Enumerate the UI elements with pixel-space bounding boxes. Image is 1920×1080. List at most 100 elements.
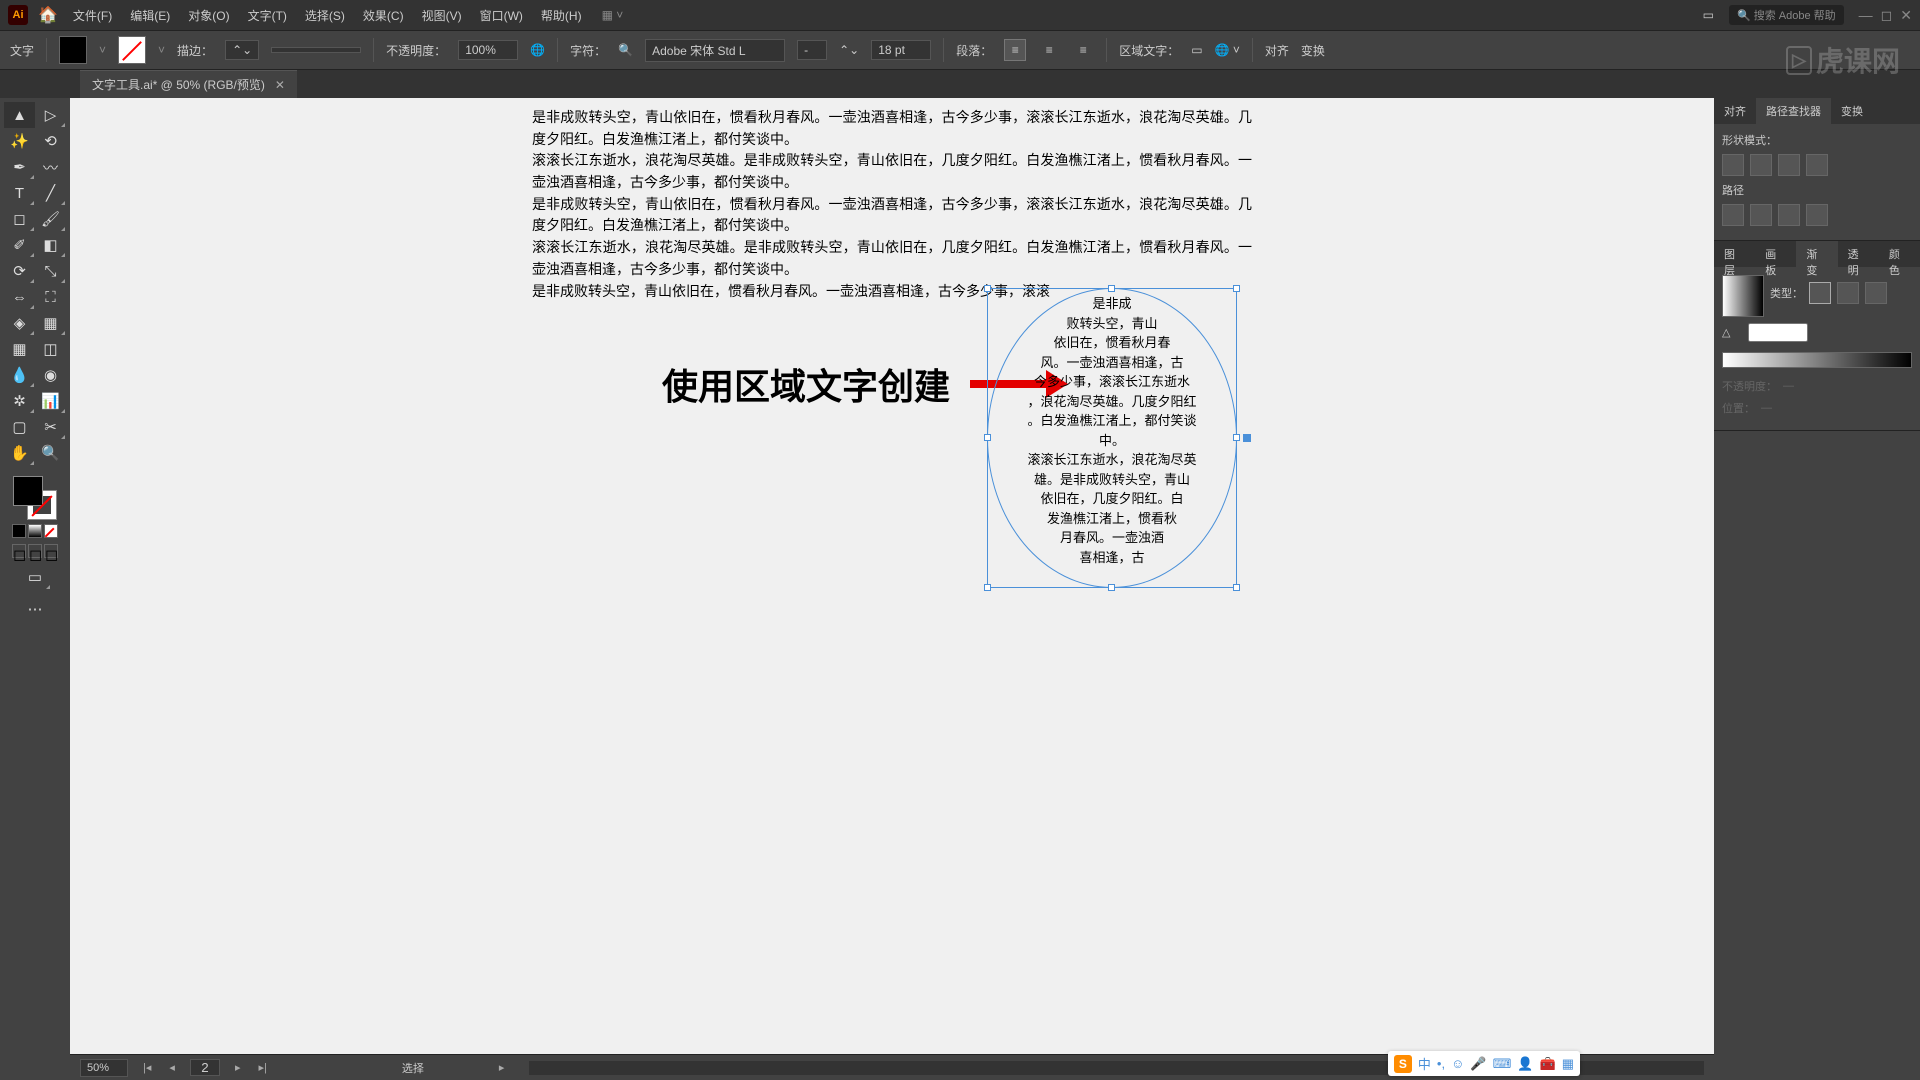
document-tab[interactable]: 文字工具.ai* @ 50% (RGB/预览) ✕ [80, 70, 297, 98]
next-artboard-icon[interactable]: ▸ [232, 1061, 244, 1074]
blend-tool[interactable]: ◉ [35, 362, 66, 388]
area-type-object[interactable]: 是非成败转头空，青山依旧在，惯看秋月春风。一壶浊酒喜相逢，古今多少事，滚滚长江东… [987, 288, 1237, 588]
prev-artboard-icon[interactable]: ◂ [166, 1061, 178, 1074]
areatype-options-icon[interactable]: ▭ [1191, 43, 1202, 57]
eyedropper-tool[interactable]: 💧 [4, 362, 35, 388]
direct-selection-tool[interactable]: ▷ [35, 102, 66, 128]
paintbrush-tool[interactable]: 🖌 [35, 206, 66, 232]
workspace-switcher-icon[interactable]: ▦ ˅ [602, 8, 624, 22]
panel-tab-layers[interactable]: 图层 [1714, 241, 1755, 267]
close-icon[interactable]: ✕ [1900, 7, 1912, 24]
tab-close-icon[interactable]: ✕ [275, 78, 285, 92]
fill-color-box[interactable] [13, 476, 43, 506]
edit-toolbar-btn[interactable]: ⋯ [20, 596, 51, 622]
artboard-number-field[interactable] [190, 1059, 220, 1076]
draw-behind-btn[interactable]: ◻ [28, 544, 42, 558]
rectangle-tool[interactable]: ◻ [4, 206, 35, 232]
ime-toolbar[interactable]: S 中 •, ☺ 🎤 ⌨ 👤 🧰 ▦ [1388, 1051, 1580, 1076]
ime-punct-btn[interactable]: •, [1437, 1056, 1445, 1071]
recolor-icon[interactable]: 🌐 [530, 43, 545, 57]
ime-keyboard-icon[interactable]: ⌨ [1493, 1056, 1512, 1072]
menu-select[interactable]: 选择(S) [305, 7, 345, 24]
font-family-dropdown[interactable]: Adobe 宋体 Std L [645, 39, 785, 62]
maximize-icon[interactable]: ◻ [1881, 7, 1893, 24]
shape-builder-tool[interactable]: ◈ [4, 310, 35, 336]
pf-merge-icon[interactable] [1778, 204, 1800, 226]
type-tool[interactable]: T [4, 180, 35, 206]
lasso-tool[interactable]: ⟲ [35, 128, 66, 154]
gradient-tool[interactable]: ◫ [35, 336, 66, 362]
align-link[interactable]: 对齐 [1265, 42, 1289, 59]
magic-wand-tool[interactable]: ✨ [4, 128, 35, 154]
zoom-tool[interactable]: 🔍 [35, 440, 66, 466]
perspective-grid-tool[interactable]: ▦ [35, 310, 66, 336]
first-artboard-icon[interactable]: |◂ [140, 1061, 154, 1074]
align-left-icon[interactable]: ≡ [1004, 39, 1026, 61]
linear-gradient-icon[interactable] [1809, 282, 1831, 304]
line-tool[interactable]: ╱ [35, 180, 66, 206]
free-transform-tool[interactable]: ⛶ [35, 284, 66, 310]
selection-handle[interactable] [984, 285, 991, 292]
align-right-icon[interactable]: ≡ [1072, 39, 1094, 61]
selection-handle[interactable] [984, 584, 991, 591]
pf-crop-icon[interactable] [1806, 204, 1828, 226]
draw-normal-btn[interactable]: ◻ [12, 544, 26, 558]
status-play-icon[interactable]: ▸ [496, 1061, 508, 1074]
home-icon[interactable]: 🏠 [38, 5, 58, 25]
selection-handle[interactable] [1108, 584, 1115, 591]
pen-tool[interactable]: ✒ [4, 154, 35, 180]
stroke-weight-dropdown[interactable]: ⌃⌄ [225, 40, 259, 60]
curvature-tool[interactable]: 〰 [35, 154, 66, 180]
selection-handle[interactable] [1233, 584, 1240, 591]
canvas[interactable]: 是非成败转头空，青山依旧在，惯看秋月春风。一壶浊酒喜相逢，古今多少事，滚滚长江东… [70, 98, 1714, 1054]
fill-stroke-control[interactable] [13, 476, 57, 520]
stroke-swatch[interactable] [118, 36, 146, 64]
shapemode-minusfront-icon[interactable] [1750, 154, 1772, 176]
mesh-tool[interactable]: ▦ [4, 336, 35, 362]
ime-user-icon[interactable]: 👤 [1517, 1056, 1533, 1072]
panel-tab-transform[interactable]: 变换 [1831, 98, 1873, 124]
body-text-frame[interactable]: 是非成败转头空，青山依旧在，惯看秋月春风。一壶浊酒喜相逢，古今多少事，滚滚长江东… [532, 108, 1252, 303]
draw-inside-btn[interactable]: ◻ [44, 544, 58, 558]
align-center-icon[interactable]: ≡ [1038, 39, 1060, 61]
help-search[interactable]: 🔍 搜索 Adobe 帮助 [1729, 5, 1844, 25]
selection-handle[interactable] [1233, 434, 1240, 441]
menu-view[interactable]: 视图(V) [422, 7, 462, 24]
hand-tool[interactable]: ✋ [4, 440, 35, 466]
panel-tab-align[interactable]: 对齐 [1714, 98, 1756, 124]
menu-effect[interactable]: 效果(C) [363, 7, 404, 24]
gradient-slider[interactable] [1722, 352, 1912, 368]
radial-gradient-icon[interactable] [1837, 282, 1859, 304]
pf-divide-icon[interactable] [1722, 204, 1744, 226]
text-out-port[interactable] [1243, 434, 1251, 442]
make-envelope-icon[interactable]: 🌐 ˅ [1215, 43, 1240, 57]
ime-toolbox-icon[interactable]: 🧰 [1540, 1056, 1556, 1072]
font-search-icon[interactable]: 🔍 [618, 43, 633, 57]
slice-tool[interactable]: ✂ [35, 414, 66, 440]
screen-mode-btn[interactable]: ▭ [20, 564, 51, 590]
panel-tab-color[interactable]: 颜色 [1879, 241, 1920, 267]
panel-tab-artboards[interactable]: 画板 [1755, 241, 1796, 267]
color-mode-btn[interactable] [12, 524, 26, 538]
menu-edit[interactable]: 编辑(E) [130, 7, 170, 24]
eraser-tool[interactable]: ◧ [35, 232, 66, 258]
transform-link[interactable]: 变换 [1301, 42, 1325, 59]
freeform-gradient-icon[interactable] [1865, 282, 1887, 304]
minimize-icon[interactable]: — [1859, 7, 1873, 24]
menu-help[interactable]: 帮助(H) [541, 7, 582, 24]
shapemode-unite-icon[interactable] [1722, 154, 1744, 176]
arrange-documents-icon[interactable]: ▭ [1703, 8, 1714, 22]
selection-tool[interactable]: ▲ [4, 102, 35, 128]
panel-tab-transparency[interactable]: 透明 [1838, 241, 1879, 267]
selection-handle[interactable] [1108, 285, 1115, 292]
menu-object[interactable]: 对象(O) [188, 7, 229, 24]
opacity-field[interactable]: 100% [458, 40, 518, 60]
menu-window[interactable]: 窗口(W) [480, 7, 523, 24]
none-mode-btn[interactable] [44, 524, 58, 538]
ime-grid-icon[interactable]: ▦ [1562, 1056, 1574, 1072]
zoom-dropdown[interactable]: 50% [80, 1059, 128, 1077]
rotate-tool[interactable]: ⟳ [4, 258, 35, 284]
selection-handle[interactable] [1233, 285, 1240, 292]
gradient-preview[interactable] [1722, 275, 1764, 317]
font-style-dropdown[interactable]: - [797, 40, 827, 60]
